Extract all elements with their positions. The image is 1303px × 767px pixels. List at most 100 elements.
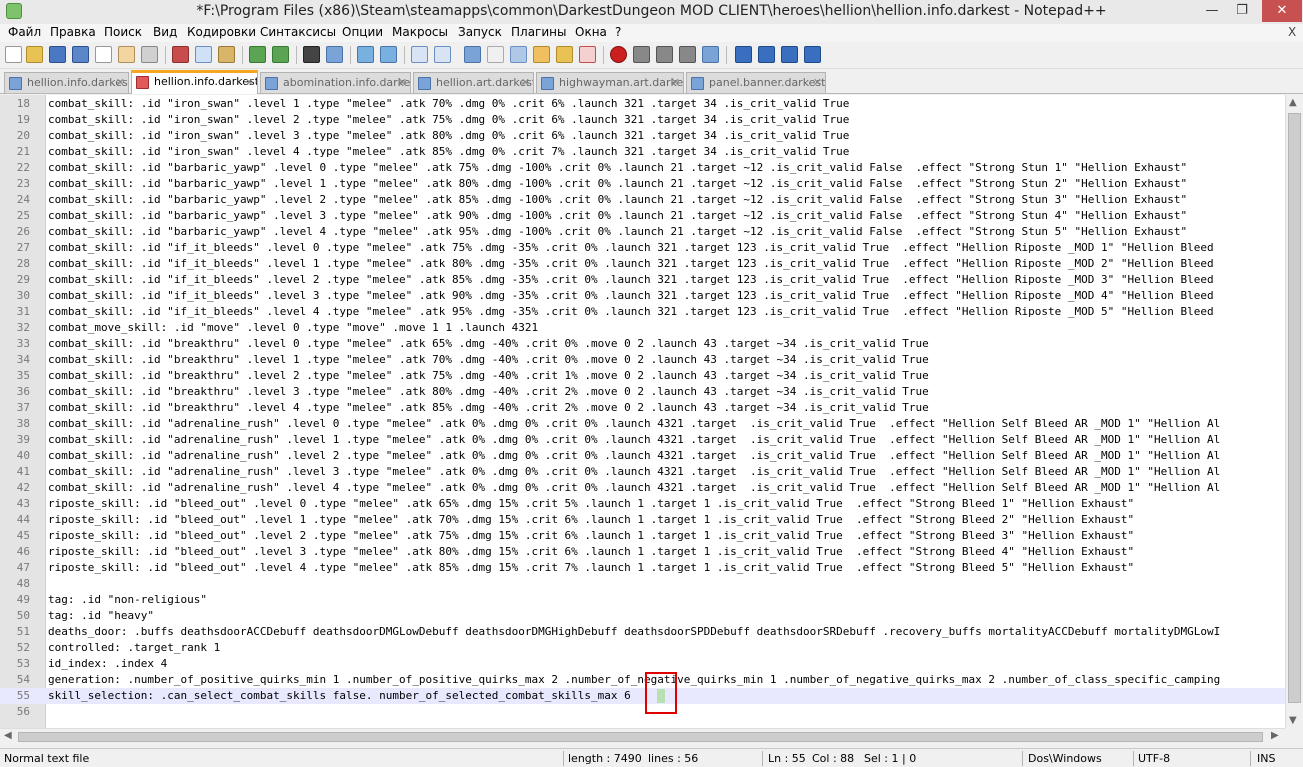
copy-icon[interactable] — [195, 46, 212, 63]
code-line[interactable]: 20 combat_skill: .id "iron_swan" .level 3… — [0, 128, 1285, 144]
scroll-right-icon[interactable]: ▶ — [1271, 730, 1279, 741]
code-line[interactable]: 43 riposte_skill: .id "bleed_out" .level … — [0, 496, 1285, 512]
code-line[interactable]: 51 deaths_door: .buffs deathsdoorACCDebuf… — [0, 624, 1285, 640]
tab-hellion-info-active[interactable]: hellion.info.darkest ✕ — [131, 70, 258, 94]
status-encoding[interactable]: UTF-8 — [1138, 752, 1170, 765]
code-line[interactable]: 25 combat_skill: .id "barbaric_yawp" .lev… — [0, 208, 1285, 224]
code-line[interactable]: 49 tag: .id "non-religious" — [0, 592, 1285, 608]
tab-panel-banner[interactable]: panel.banner.darkest ✕ — [686, 72, 826, 93]
vertical-scroll-thumb[interactable] — [1288, 113, 1301, 703]
tab-close-icon[interactable]: ✕ — [116, 76, 125, 89]
menu-options[interactable]: Опции — [342, 25, 383, 39]
scroll-down-icon[interactable]: ▼ — [1289, 715, 1297, 726]
code-line[interactable]: 44 riposte_skill: .id "bleed_out" .level … — [0, 512, 1285, 528]
code-line[interactable]: 32 combat_move_skill: .id "move" .level 0… — [0, 320, 1285, 336]
document-map-icon[interactable] — [556, 46, 573, 63]
unfold-up-icon[interactable] — [758, 46, 775, 63]
code-line[interactable]: 28 combat_skill: .id "if_it_bleeds" .leve… — [0, 256, 1285, 272]
horizontal-scrollbar[interactable]: ◀ ▶ — [0, 728, 1285, 745]
menu-search[interactable]: Поиск — [104, 25, 142, 39]
menu-macros[interactable]: Макросы — [392, 25, 448, 39]
code-line[interactable]: 47 riposte_skill: .id "bleed_out" .level … — [0, 560, 1285, 576]
close-window-button[interactable]: ✕ — [1262, 0, 1302, 22]
code-line[interactable]: 33 combat_skill: .id "breakthru" .level 0… — [0, 336, 1285, 352]
code-line[interactable]: 38 combat_skill: .id "adrenaline_rush" .l… — [0, 416, 1285, 432]
paste-icon[interactable] — [218, 46, 235, 63]
replace-icon[interactable] — [326, 46, 343, 63]
code-line[interactable]: 46 riposte_skill: .id "bleed_out" .level … — [0, 544, 1285, 560]
find-icon[interactable] — [303, 46, 320, 63]
code-line[interactable]: 31 combat_skill: .id "if_it_bleeds" .leve… — [0, 304, 1285, 320]
status-eol[interactable]: Dos\Windows — [1028, 752, 1102, 765]
code-line[interactable]: 55 skill_selection: .can_select_combat_sk… — [0, 688, 1285, 704]
save-icon[interactable] — [49, 46, 66, 63]
save-macro-icon[interactable] — [702, 46, 719, 63]
code-line[interactable]: 36 combat_skill: .id "breakthru" .level 3… — [0, 384, 1285, 400]
code-line[interactable]: 29 combat_skill: .id "if_it_bleeds" .leve… — [0, 272, 1285, 288]
tab-hellion-art[interactable]: hellion.art.darkest ✕ — [413, 72, 534, 93]
tab-close-icon[interactable]: ✕ — [671, 76, 680, 89]
code-line[interactable]: 35 combat_skill: .id "breakthru" .level 2… — [0, 368, 1285, 384]
code-line[interactable]: 34 combat_skill: .id "breakthru" .level 1… — [0, 352, 1285, 368]
code-line[interactable]: 23 combat_skill: .id "barbaric_yawp" .lev… — [0, 176, 1285, 192]
code-line[interactable]: 40 combat_skill: .id "adrenaline_rush" .l… — [0, 448, 1285, 464]
code-line[interactable]: 22 combat_skill: .id "barbaric_yawp" .lev… — [0, 160, 1285, 176]
stop-macro-icon[interactable] — [633, 46, 650, 63]
code-line[interactable]: 37 combat_skill: .id "breakthru" .level 4… — [0, 400, 1285, 416]
redo-icon[interactable] — [272, 46, 289, 63]
minimize-button[interactable]: — — [1198, 0, 1226, 22]
menu-windows[interactable]: Окна — [575, 25, 607, 39]
cut-icon[interactable] — [172, 46, 189, 63]
unfold-all-icon[interactable] — [804, 46, 821, 63]
menu-plugins[interactable]: Плагины — [511, 25, 566, 39]
code-line[interactable]: 54 generation: .number_of_positive_quirks… — [0, 672, 1285, 688]
code-line[interactable]: 39 combat_skill: .id "adrenaline_rush" .l… — [0, 432, 1285, 448]
sync-vertical-icon[interactable] — [411, 46, 428, 63]
code-line[interactable]: 41 combat_skill: .id "adrenaline_rush" .l… — [0, 464, 1285, 480]
menu-edit[interactable]: Правка — [50, 25, 96, 39]
code-line[interactable]: 42 combat_skill: .id "adrenaline_rush" .l… — [0, 480, 1285, 496]
menu-help[interactable]: ? — [615, 25, 621, 39]
sync-horizontal-icon[interactable] — [434, 46, 451, 63]
close-all-icon[interactable] — [118, 46, 135, 63]
menu-run[interactable]: Запуск — [458, 25, 502, 39]
code-line[interactable]: 27 combat_skill: .id "if_it_bleeds" .leve… — [0, 240, 1285, 256]
code-line[interactable]: 48 — [0, 576, 1285, 592]
menu-syntax[interactable]: Синтаксисы — [260, 25, 336, 39]
tab-close-icon[interactable]: ✕ — [245, 76, 254, 89]
menu-file[interactable]: Файл — [8, 25, 41, 39]
code-line[interactable]: 56 — [0, 704, 1285, 720]
text-editor[interactable]: 18 combat_skill: .id "iron_swan" .level 1… — [0, 95, 1303, 728]
fold-all-icon[interactable] — [735, 46, 752, 63]
maximize-button[interactable]: ❐ — [1228, 0, 1256, 22]
vertical-scrollbar[interactable]: ▲ ▼ — [1285, 95, 1303, 728]
code-line[interactable]: 19 combat_skill: .id "iron_swan" .level 2… — [0, 112, 1285, 128]
code-line[interactable]: 50 tag: .id "heavy" — [0, 608, 1285, 624]
indent-guide-icon[interactable] — [510, 46, 527, 63]
function-list-icon[interactable] — [579, 46, 596, 63]
play-macro-icon[interactable] — [656, 46, 673, 63]
menu-encoding[interactable]: Кодировки — [187, 25, 256, 39]
zoom-in-icon[interactable] — [357, 46, 374, 63]
tab-highwayman-art[interactable]: highwayman.art.darkest ✕ — [536, 72, 684, 93]
scroll-up-icon[interactable]: ▲ — [1289, 97, 1297, 108]
code-line[interactable]: 30 combat_skill: .id "if_it_bleeds" .leve… — [0, 288, 1285, 304]
close-document-x[interactable]: X — [1288, 25, 1296, 39]
tab-close-icon[interactable]: ✕ — [813, 76, 822, 89]
status-insert-mode[interactable]: INS — [1257, 752, 1275, 765]
print-icon[interactable] — [141, 46, 158, 63]
unfold-down-icon[interactable] — [781, 46, 798, 63]
code-line[interactable]: 45 riposte_skill: .id "bleed_out" .level … — [0, 528, 1285, 544]
save-all-icon[interactable] — [72, 46, 89, 63]
show-all-characters-icon[interactable] — [487, 46, 504, 63]
close-file-icon[interactable] — [95, 46, 112, 63]
horizontal-scroll-thumb[interactable] — [18, 732, 1263, 742]
code-line[interactable]: 53 id_index: .index 4 — [0, 656, 1285, 672]
undo-icon[interactable] — [249, 46, 266, 63]
zoom-out-icon[interactable] — [380, 46, 397, 63]
code-line[interactable]: 26 combat_skill: .id "barbaric_yawp" .lev… — [0, 224, 1285, 240]
code-line[interactable]: 18 combat_skill: .id "iron_swan" .level 1… — [0, 96, 1285, 112]
tab-abomination-info[interactable]: abomination.info.darkest ✕ — [260, 72, 411, 93]
user-language-icon[interactable] — [533, 46, 550, 63]
open-file-icon[interactable] — [26, 46, 43, 63]
